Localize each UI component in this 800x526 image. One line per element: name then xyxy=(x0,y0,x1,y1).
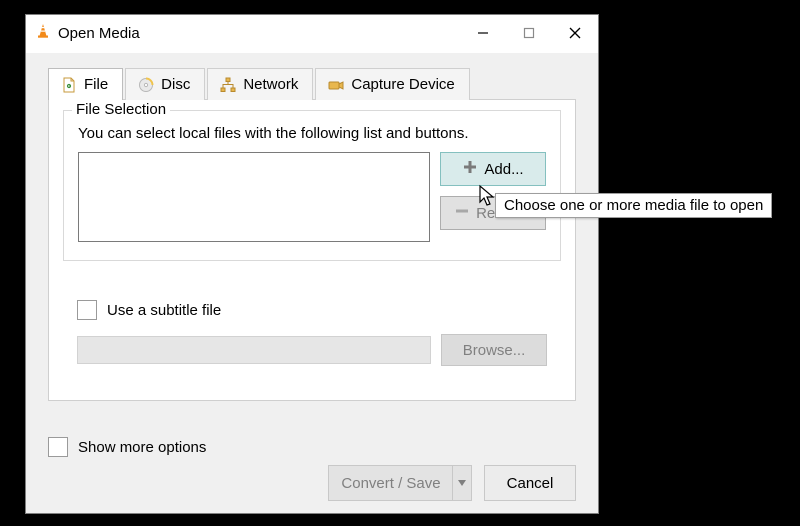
chevron-down-icon xyxy=(458,479,466,487)
capture-device-icon xyxy=(328,77,344,93)
add-button-label: Add... xyxy=(484,161,523,178)
use-subtitle-label: Use a subtitle file xyxy=(107,302,221,319)
tab-capture-label: Capture Device xyxy=(351,76,454,93)
file-list[interactable] xyxy=(78,152,430,242)
cancel-button-label: Cancel xyxy=(507,475,554,492)
tab-network[interactable]: Network xyxy=(207,68,313,100)
convert-save-dropdown[interactable] xyxy=(452,466,471,500)
tab-disc[interactable]: Disc xyxy=(125,68,205,100)
open-media-window: Open Media xyxy=(25,14,599,514)
convert-save-label: Convert / Save xyxy=(341,475,440,492)
file-selection-instruction: You can select local files with the foll… xyxy=(78,125,546,142)
add-button[interactable]: Add... xyxy=(440,152,546,186)
file-tab-page: File Selection You can select local file… xyxy=(48,99,576,401)
file-icon xyxy=(61,77,77,93)
file-selection-group: File Selection You can select local file… xyxy=(63,110,561,261)
vlc-cone-icon xyxy=(34,22,52,44)
cancel-button[interactable]: Cancel xyxy=(484,465,576,501)
file-selection-legend: File Selection xyxy=(72,101,170,118)
use-subtitle-checkbox[interactable] xyxy=(77,300,97,320)
tab-bar: File Disc xyxy=(26,53,598,99)
network-icon xyxy=(220,77,236,93)
browse-button[interactable]: Browse... xyxy=(441,334,547,366)
browse-button-label: Browse... xyxy=(463,342,526,359)
close-button[interactable] xyxy=(552,15,598,51)
minus-icon xyxy=(454,203,470,223)
tab-network-label: Network xyxy=(243,76,298,93)
subtitle-path-input[interactable] xyxy=(77,336,431,364)
minimize-button[interactable] xyxy=(460,15,506,51)
tab-file-label: File xyxy=(84,76,108,93)
plus-icon xyxy=(462,159,478,179)
show-more-options-checkbox[interactable] xyxy=(48,437,68,457)
show-more-options-label: Show more options xyxy=(78,439,206,456)
maximize-button[interactable] xyxy=(506,15,552,51)
tab-file[interactable]: File xyxy=(48,68,123,100)
dialog-body: File Disc xyxy=(26,53,598,513)
tab-capture[interactable]: Capture Device xyxy=(315,68,469,100)
window-title: Open Media xyxy=(58,25,140,42)
convert-save-button[interactable]: Convert / Save xyxy=(328,465,472,501)
disc-icon xyxy=(138,77,154,93)
add-button-tooltip: Choose one or more media file to open xyxy=(495,193,772,218)
titlebar: Open Media xyxy=(26,15,598,51)
tab-disc-label: Disc xyxy=(161,76,190,93)
